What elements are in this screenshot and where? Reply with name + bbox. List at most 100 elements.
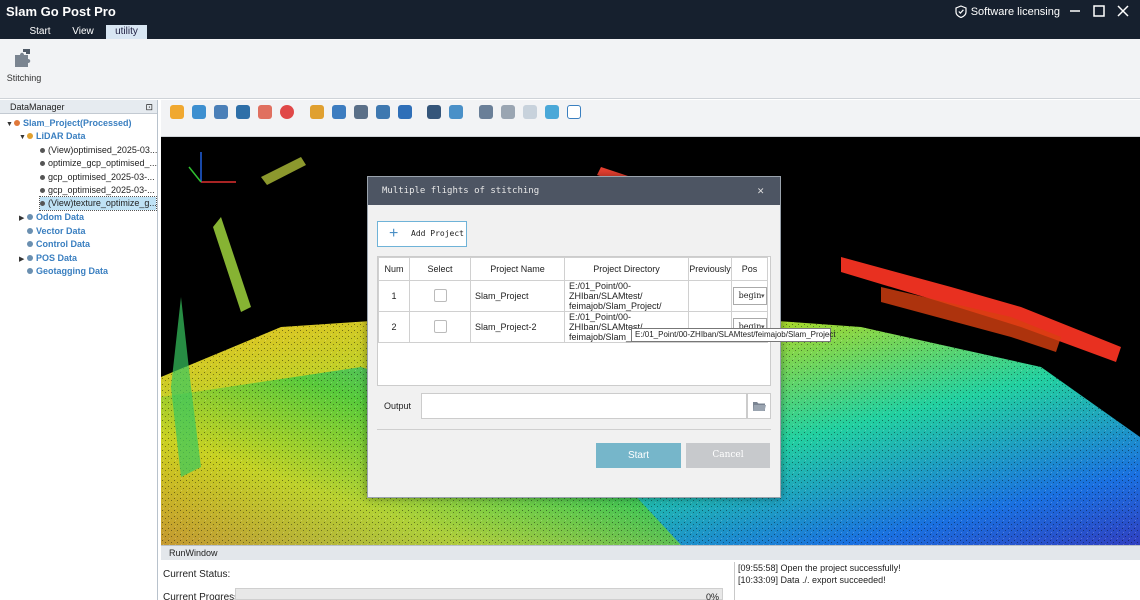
chevron-down-icon: ▾ bbox=[760, 292, 765, 300]
row-select-checkbox[interactable] bbox=[433, 319, 447, 333]
tree-control-data[interactable]: Control Data bbox=[27, 238, 90, 251]
row-select-checkbox[interactable] bbox=[433, 288, 447, 302]
dialog-close-icon[interactable]: ✕ bbox=[757, 177, 764, 205]
folder-icon bbox=[27, 214, 33, 220]
tree-vector-data[interactable]: Vector Data bbox=[27, 225, 86, 238]
row-select-cell bbox=[409, 280, 471, 312]
rotate-center-icon[interactable] bbox=[258, 105, 272, 119]
view-2d-icon[interactable] bbox=[280, 105, 294, 119]
point-cloud-icon bbox=[40, 201, 45, 206]
row-previously bbox=[688, 280, 732, 312]
col-num-header: Num bbox=[378, 257, 410, 281]
table-row[interactable]: 1 Slam_Project E:/01_Point/00-ZHIban/SLA… bbox=[378, 280, 768, 312]
tree-lidar-item[interactable]: gcp_optimised_2025-03-... bbox=[40, 184, 155, 197]
expand-arrow-icon[interactable]: ▶ bbox=[19, 212, 27, 225]
tree-group-label: Odom Data bbox=[36, 212, 85, 222]
tree-pos-data[interactable]: ▶ POS Data bbox=[19, 252, 77, 265]
point-pick-icon[interactable] bbox=[310, 105, 324, 119]
tree-lidar-label: LiDAR Data bbox=[36, 131, 86, 141]
minimize-button[interactable] bbox=[1064, 2, 1086, 22]
pos-select[interactable]: begin ▾ bbox=[732, 287, 767, 305]
table-header-row: Num Select Project Name Project Director… bbox=[378, 257, 768, 281]
pan-hand-icon[interactable] bbox=[214, 105, 228, 119]
tree-group-label: Geotagging Data bbox=[36, 266, 109, 276]
tree-project-label: Slam_Project(Processed) bbox=[23, 118, 132, 128]
data-manager-header: DataManager ⊡ bbox=[0, 100, 157, 114]
measure-area-icon[interactable] bbox=[354, 105, 368, 119]
log-line: [10:33:09] Data ./. export succeeded! bbox=[738, 575, 886, 585]
collapse-arrow-icon[interactable]: ▼ bbox=[19, 131, 27, 144]
tree-group-label: Control Data bbox=[36, 239, 90, 249]
export-icon[interactable] bbox=[479, 105, 493, 119]
collapse-arrow-icon[interactable]: ▼ bbox=[6, 118, 14, 131]
print-icon[interactable] bbox=[501, 105, 515, 119]
data-manager-title: DataManager bbox=[10, 102, 65, 112]
data-manager-panel: DataManager ⊡ ▼ Slam_Project(Processed) ▼… bbox=[0, 100, 158, 600]
pos-select-value: begin bbox=[738, 291, 762, 300]
tree-project[interactable]: ▼ Slam_Project(Processed) bbox=[6, 117, 132, 130]
stitching-button[interactable]: Stitching bbox=[4, 45, 42, 85]
row-directory-line: E:/01_Point/00-ZHIban/SLAMtest/ bbox=[569, 281, 643, 301]
lidar-folder-icon bbox=[27, 133, 33, 139]
tab-utility[interactable]: utility bbox=[106, 25, 147, 39]
classify-icon[interactable] bbox=[523, 105, 537, 119]
profile-icon[interactable] bbox=[398, 105, 412, 119]
dialog-title: Multiple flights of stitching bbox=[382, 186, 540, 196]
tab-view[interactable]: View bbox=[64, 25, 102, 39]
texture-icon[interactable] bbox=[567, 105, 581, 119]
col-previously-header: Previously bbox=[688, 257, 732, 281]
tree-group-label: Vector Data bbox=[36, 226, 86, 236]
filter-icon[interactable] bbox=[427, 105, 441, 119]
row-project-name: Slam_Project bbox=[470, 280, 565, 312]
col-pos-header: Pos bbox=[731, 257, 768, 281]
tree-lidar-item[interactable]: (View)optimised_2025-03... bbox=[40, 144, 157, 157]
zoom-in-icon[interactable] bbox=[170, 105, 184, 119]
col-name-header: Project Name bbox=[470, 257, 565, 281]
folder-open-icon bbox=[753, 402, 766, 411]
tab-start[interactable]: Start bbox=[22, 25, 58, 39]
tree-lidar-item-selected[interactable]: (View)texture_optimize_g... bbox=[39, 196, 157, 211]
measure-height-icon[interactable] bbox=[332, 105, 346, 119]
zoom-out-icon[interactable] bbox=[192, 105, 206, 119]
close-button[interactable] bbox=[1112, 2, 1134, 22]
row-directory-line: feimajob/Slam_Project/ bbox=[569, 301, 662, 311]
tree-lidar-data[interactable]: ▼ LiDAR Data bbox=[19, 130, 86, 143]
run-window: Current Status: Current Progress: 0% [09… bbox=[161, 560, 1140, 600]
output-path-input[interactable] bbox=[421, 393, 747, 419]
close-icon bbox=[1117, 5, 1129, 17]
software-licensing-button[interactable]: Software licensing bbox=[955, 5, 1060, 18]
viewer-toolbar bbox=[161, 100, 1140, 137]
shield-check-icon bbox=[955, 5, 967, 18]
point-cloud-icon bbox=[40, 188, 45, 193]
app-title: Slam Go Post Pro bbox=[6, 4, 116, 19]
tree-geotagging-data[interactable]: Geotagging Data bbox=[27, 265, 108, 278]
maximize-button[interactable] bbox=[1088, 2, 1110, 22]
add-project-button[interactable]: + Add Project bbox=[377, 221, 467, 247]
tree-odom-data[interactable]: ▶ Odom Data bbox=[19, 211, 84, 224]
pin-icon[interactable]: ⊡ bbox=[145, 100, 153, 114]
measure-angle-icon[interactable] bbox=[376, 105, 390, 119]
progress-bar bbox=[235, 588, 723, 600]
point-cloud-icon bbox=[40, 161, 45, 166]
folder-icon bbox=[27, 268, 33, 274]
progress-percentage: 0% bbox=[706, 592, 720, 600]
start-button[interactable]: Start bbox=[596, 443, 681, 468]
tree-lidar-item[interactable]: optimize_gcp_optimised_... bbox=[40, 157, 157, 170]
row-num: 2 bbox=[378, 311, 410, 343]
log-panel: [09:55:58] Open the project successfully… bbox=[734, 562, 1140, 600]
minimize-icon bbox=[1070, 10, 1080, 12]
run-window-title: RunWindow bbox=[169, 548, 218, 558]
software-licensing-label: Software licensing bbox=[970, 5, 1060, 18]
tree-lidar-item[interactable]: gcp_optimised_2025-03-... bbox=[40, 171, 155, 184]
puzzle-piece-icon bbox=[15, 49, 31, 67]
cancel-button[interactable]: Cancel bbox=[686, 443, 770, 468]
row-project-directory: E:/01_Point/00-ZHIban/SLAMtest/ feimajob… bbox=[564, 280, 689, 312]
layer-icon[interactable] bbox=[449, 105, 463, 119]
expand-arrow-icon[interactable]: ▶ bbox=[19, 253, 27, 266]
current-progress-label: Current Progress: bbox=[163, 592, 242, 600]
fit-view-icon[interactable] bbox=[236, 105, 250, 119]
directory-tooltip: E:/01_Point/00-ZHIban/SLAMtest/feimajob/… bbox=[631, 328, 836, 342]
points-icon[interactable] bbox=[545, 105, 559, 119]
output-browse-button[interactable] bbox=[747, 393, 771, 419]
plus-icon: + bbox=[389, 225, 399, 242]
